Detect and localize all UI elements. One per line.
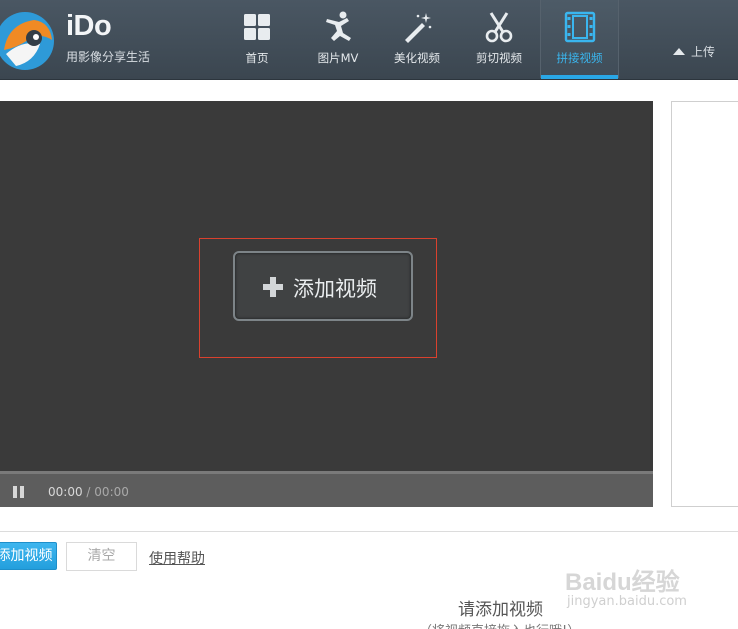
plus-icon bbox=[263, 277, 283, 297]
nav-beautify-video[interactable]: 美化视频 bbox=[377, 0, 457, 78]
film-strip-icon bbox=[564, 11, 595, 43]
nav-cut-video[interactable]: 剪切视频 bbox=[459, 0, 539, 78]
section-divider bbox=[0, 531, 738, 532]
pause-icon[interactable] bbox=[13, 486, 25, 498]
magic-wand-icon bbox=[405, 13, 432, 43]
nav-photo-mv[interactable]: 图片MV bbox=[298, 0, 378, 78]
dancer-icon bbox=[326, 11, 351, 41]
upload-label: 上传 bbox=[691, 45, 716, 59]
clear-button[interactable]: 清空 bbox=[66, 542, 137, 571]
add-video-button[interactable]: 添加视频 bbox=[0, 542, 57, 570]
nav-join-video-label: 拼接视频 bbox=[556, 51, 603, 65]
nav-join-video[interactable]: 拼接视频 bbox=[540, 0, 619, 79]
video-stage[interactable]: 添加视频 bbox=[0, 101, 653, 471]
help-link[interactable]: 使用帮助 bbox=[149, 548, 205, 568]
grid-icon bbox=[244, 14, 270, 40]
nav-home-label: 首页 bbox=[245, 51, 269, 65]
player-controls: 00:00 / 00:00 bbox=[0, 474, 653, 507]
add-video-center-label: 添加视频 bbox=[293, 277, 377, 301]
logo-tagline: 用影像分享生活 bbox=[66, 50, 151, 64]
baidu-watermark: Baidu经验 jingyan.baidu.com bbox=[565, 548, 735, 614]
top-navigation-bar: iDo 用影像分享生活 首页 图片MV 美化视频 剪切视频 拼接视频 上传 bbox=[0, 0, 738, 80]
side-panel bbox=[671, 101, 738, 507]
video-player: 添加视频 00:00 / 00:00 bbox=[0, 101, 653, 507]
nav-photo-mv-label: 图片MV bbox=[317, 51, 359, 65]
nav-cut-video-label: 剪切视频 bbox=[476, 51, 522, 65]
time-display: 00:00 / 00:00 bbox=[48, 485, 129, 499]
watermark-logo-text: Baidu经验 bbox=[565, 569, 680, 596]
time-separator: / bbox=[86, 485, 91, 499]
current-time: 00:00 bbox=[48, 485, 83, 499]
watermark-url: jingyan.baidu.com bbox=[567, 594, 687, 609]
parrot-logo-icon[interactable] bbox=[0, 10, 56, 72]
nav-home[interactable]: 首页 bbox=[217, 0, 297, 78]
nav-beautify-video-label: 美化视频 bbox=[394, 51, 440, 65]
duration: 00:00 bbox=[94, 485, 129, 499]
scissors-icon bbox=[485, 12, 513, 43]
empty-state-subtitle: （将视频直接拖入也行哦!） bbox=[419, 620, 580, 629]
active-tab-indicator bbox=[541, 75, 618, 79]
empty-state-title: 请添加视频 bbox=[458, 600, 543, 620]
upload-button[interactable]: 上传 bbox=[673, 43, 715, 60]
add-video-center-button[interactable]: 添加视频 bbox=[233, 251, 413, 321]
logo-text[interactable]: iDo bbox=[66, 10, 112, 43]
upload-arrow-icon bbox=[673, 48, 685, 55]
